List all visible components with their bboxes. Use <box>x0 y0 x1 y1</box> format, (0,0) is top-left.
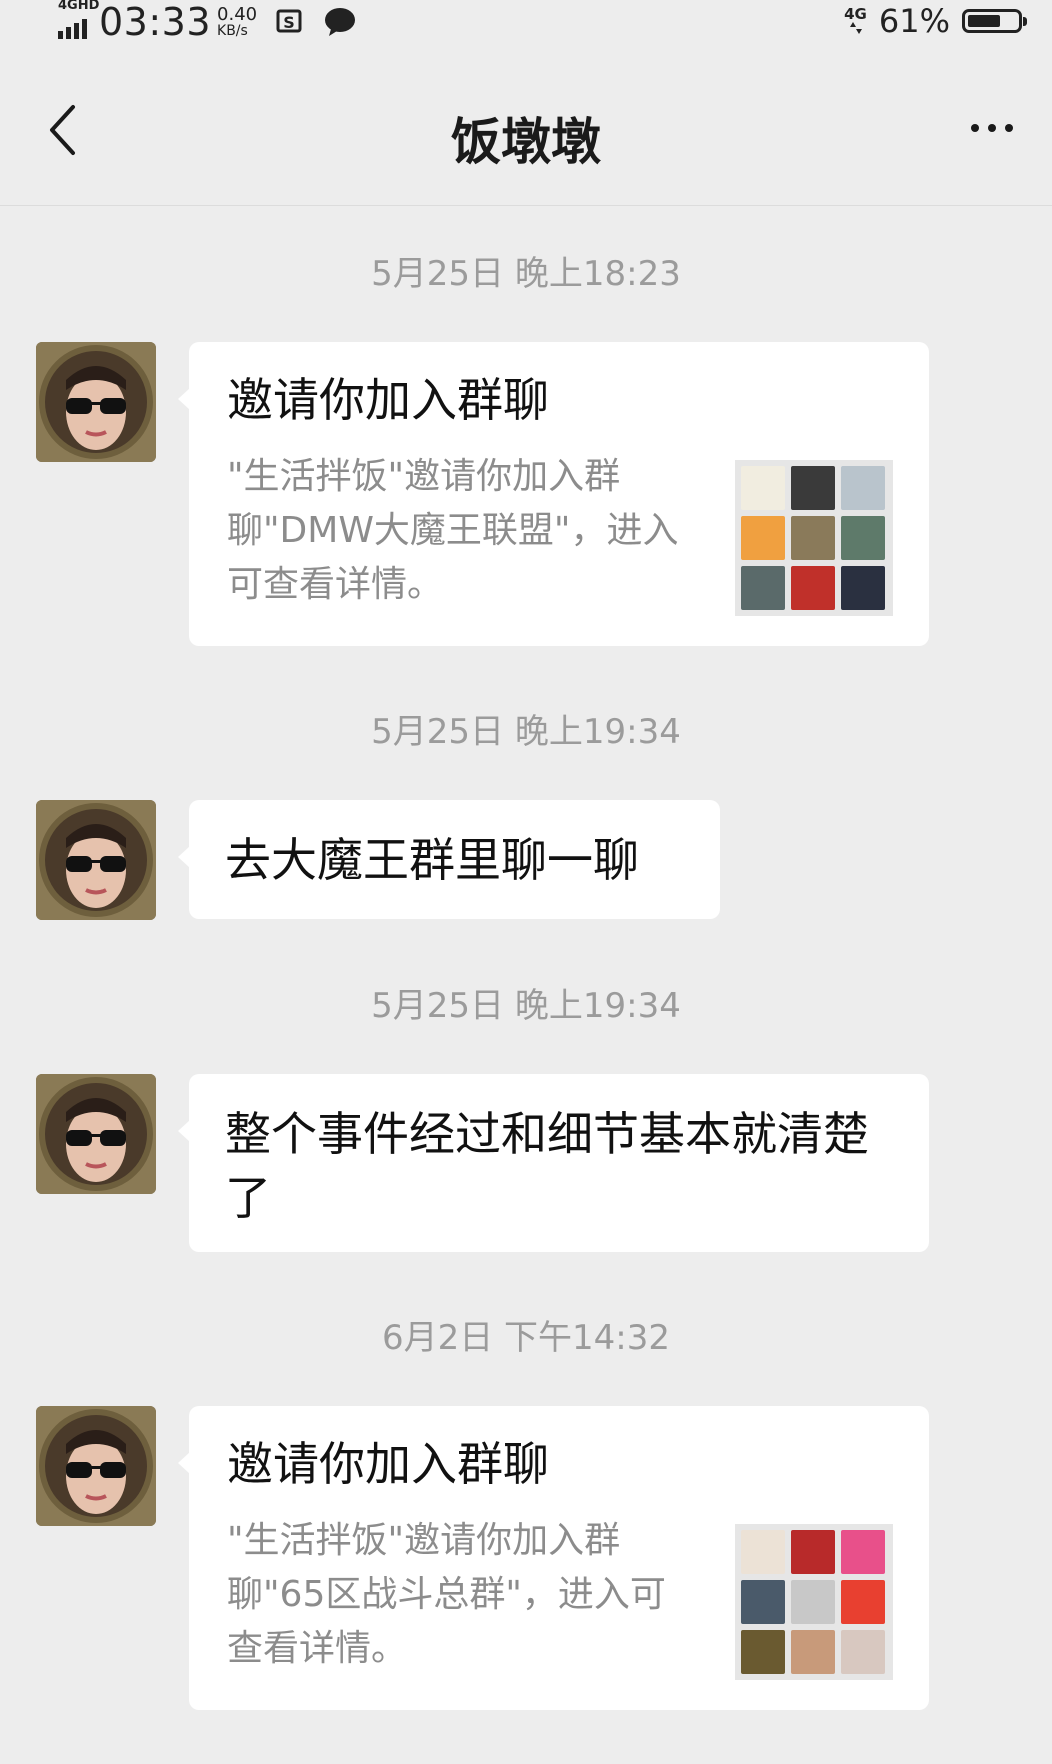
mobile-data-label: 4G <box>844 5 867 23</box>
group-member-avatar <box>791 466 835 510</box>
group-invite-card[interactable]: 邀请你加入群聊 "生活拌饭"邀请你加入群聊"DMW大魔王联盟"，进入可查看详情。 <box>178 342 929 646</box>
clock: 03:33 <box>99 0 212 44</box>
network-speed: 0.40 KB/s <box>217 4 258 39</box>
group-member-avatar <box>741 516 785 560</box>
group-member-avatar <box>741 1630 785 1674</box>
group-member-avatar <box>741 1530 785 1574</box>
more-dot <box>988 124 996 132</box>
group-member-avatar <box>841 1580 885 1624</box>
invite-card-title: 邀请你加入群聊 <box>227 1437 549 1491</box>
network-type-label: 4GHD <box>58 0 100 13</box>
chat-header: 饭墩墩 <box>0 60 1052 206</box>
status-left: 4GHD 03:33 0.40 KB/s S <box>58 0 357 44</box>
avatar[interactable] <box>36 1406 156 1526</box>
group-member-avatar <box>791 566 835 610</box>
message-notification-icon <box>323 7 357 37</box>
svg-text:S: S <box>283 13 295 32</box>
battery-percent: 61% <box>878 2 950 40</box>
group-member-avatar <box>791 1630 835 1674</box>
battery-icon <box>962 9 1027 33</box>
message-text: 去大魔王群里聊一聊 <box>225 833 639 887</box>
more-dots-icon <box>971 124 979 132</box>
group-avatar-grid <box>735 460 893 616</box>
group-member-avatar <box>841 516 885 560</box>
avatar-portrait-icon <box>36 342 156 462</box>
more-dot <box>1005 124 1013 132</box>
network-speed-value: 0.40 <box>217 4 258 25</box>
invite-card-description: "生活拌饭"邀请你加入群聊"DMW大魔王联盟"，进入可查看详情。 <box>227 456 679 605</box>
mobile-data-icon: 4G <box>844 7 867 35</box>
text-message-bubble[interactable]: 去大魔王群里聊一聊 <box>178 800 720 919</box>
status-right: 4G 61% <box>844 0 1027 42</box>
screenshot-icon: S <box>275 8 305 36</box>
group-member-avatar <box>791 516 835 560</box>
status-bar: 4GHD 03:33 0.40 KB/s S 4G 61% <box>0 0 1052 60</box>
message-timestamp: 5月25日 晚上19:34 <box>371 986 681 1026</box>
group-invite-card[interactable]: 邀请你加入群聊 "生活拌饭"邀请你加入群聊"65区战斗总群"，进入可查看详情。 <box>178 1406 929 1710</box>
group-avatar-grid <box>735 1524 893 1680</box>
avatar-portrait-icon <box>36 800 156 920</box>
invite-card-title: 邀请你加入群聊 <box>227 373 549 427</box>
message-timestamp: 5月25日 晚上18:23 <box>371 254 681 294</box>
group-member-avatar <box>791 1580 835 1624</box>
avatar[interactable] <box>36 342 156 462</box>
message-timestamp: 5月25日 晚上19:34 <box>371 712 681 752</box>
group-member-avatar <box>741 566 785 610</box>
signal-strength-icon <box>58 19 87 39</box>
invite-card-description: "生活拌饭"邀请你加入群聊"65区战斗总群"，进入可查看详情。 <box>227 1520 666 1669</box>
avatar[interactable] <box>36 1074 156 1194</box>
chat-title: 饭墩墩 <box>451 113 601 171</box>
group-member-avatar <box>791 1530 835 1574</box>
group-member-avatar <box>841 566 885 610</box>
avatar-portrait-icon <box>36 1406 156 1526</box>
group-member-avatar <box>741 1580 785 1624</box>
text-message-bubble[interactable]: 整个事件经过和细节基本就清楚了 <box>178 1074 929 1252</box>
header-divider <box>0 205 1052 206</box>
group-member-avatar <box>841 466 885 510</box>
more-options-button[interactable] <box>956 108 1028 148</box>
network-speed-unit: KB/s <box>217 23 248 39</box>
avatar-portrait-icon <box>36 1074 156 1194</box>
message-timestamp: 6月2日 下午14:32 <box>381 1318 671 1358</box>
group-member-avatar <box>741 466 785 510</box>
group-member-avatar <box>841 1630 885 1674</box>
avatar[interactable] <box>36 800 156 920</box>
group-member-avatar <box>841 1530 885 1574</box>
message-text: 整个事件经过和细节基本就清楚了 <box>225 1107 869 1225</box>
